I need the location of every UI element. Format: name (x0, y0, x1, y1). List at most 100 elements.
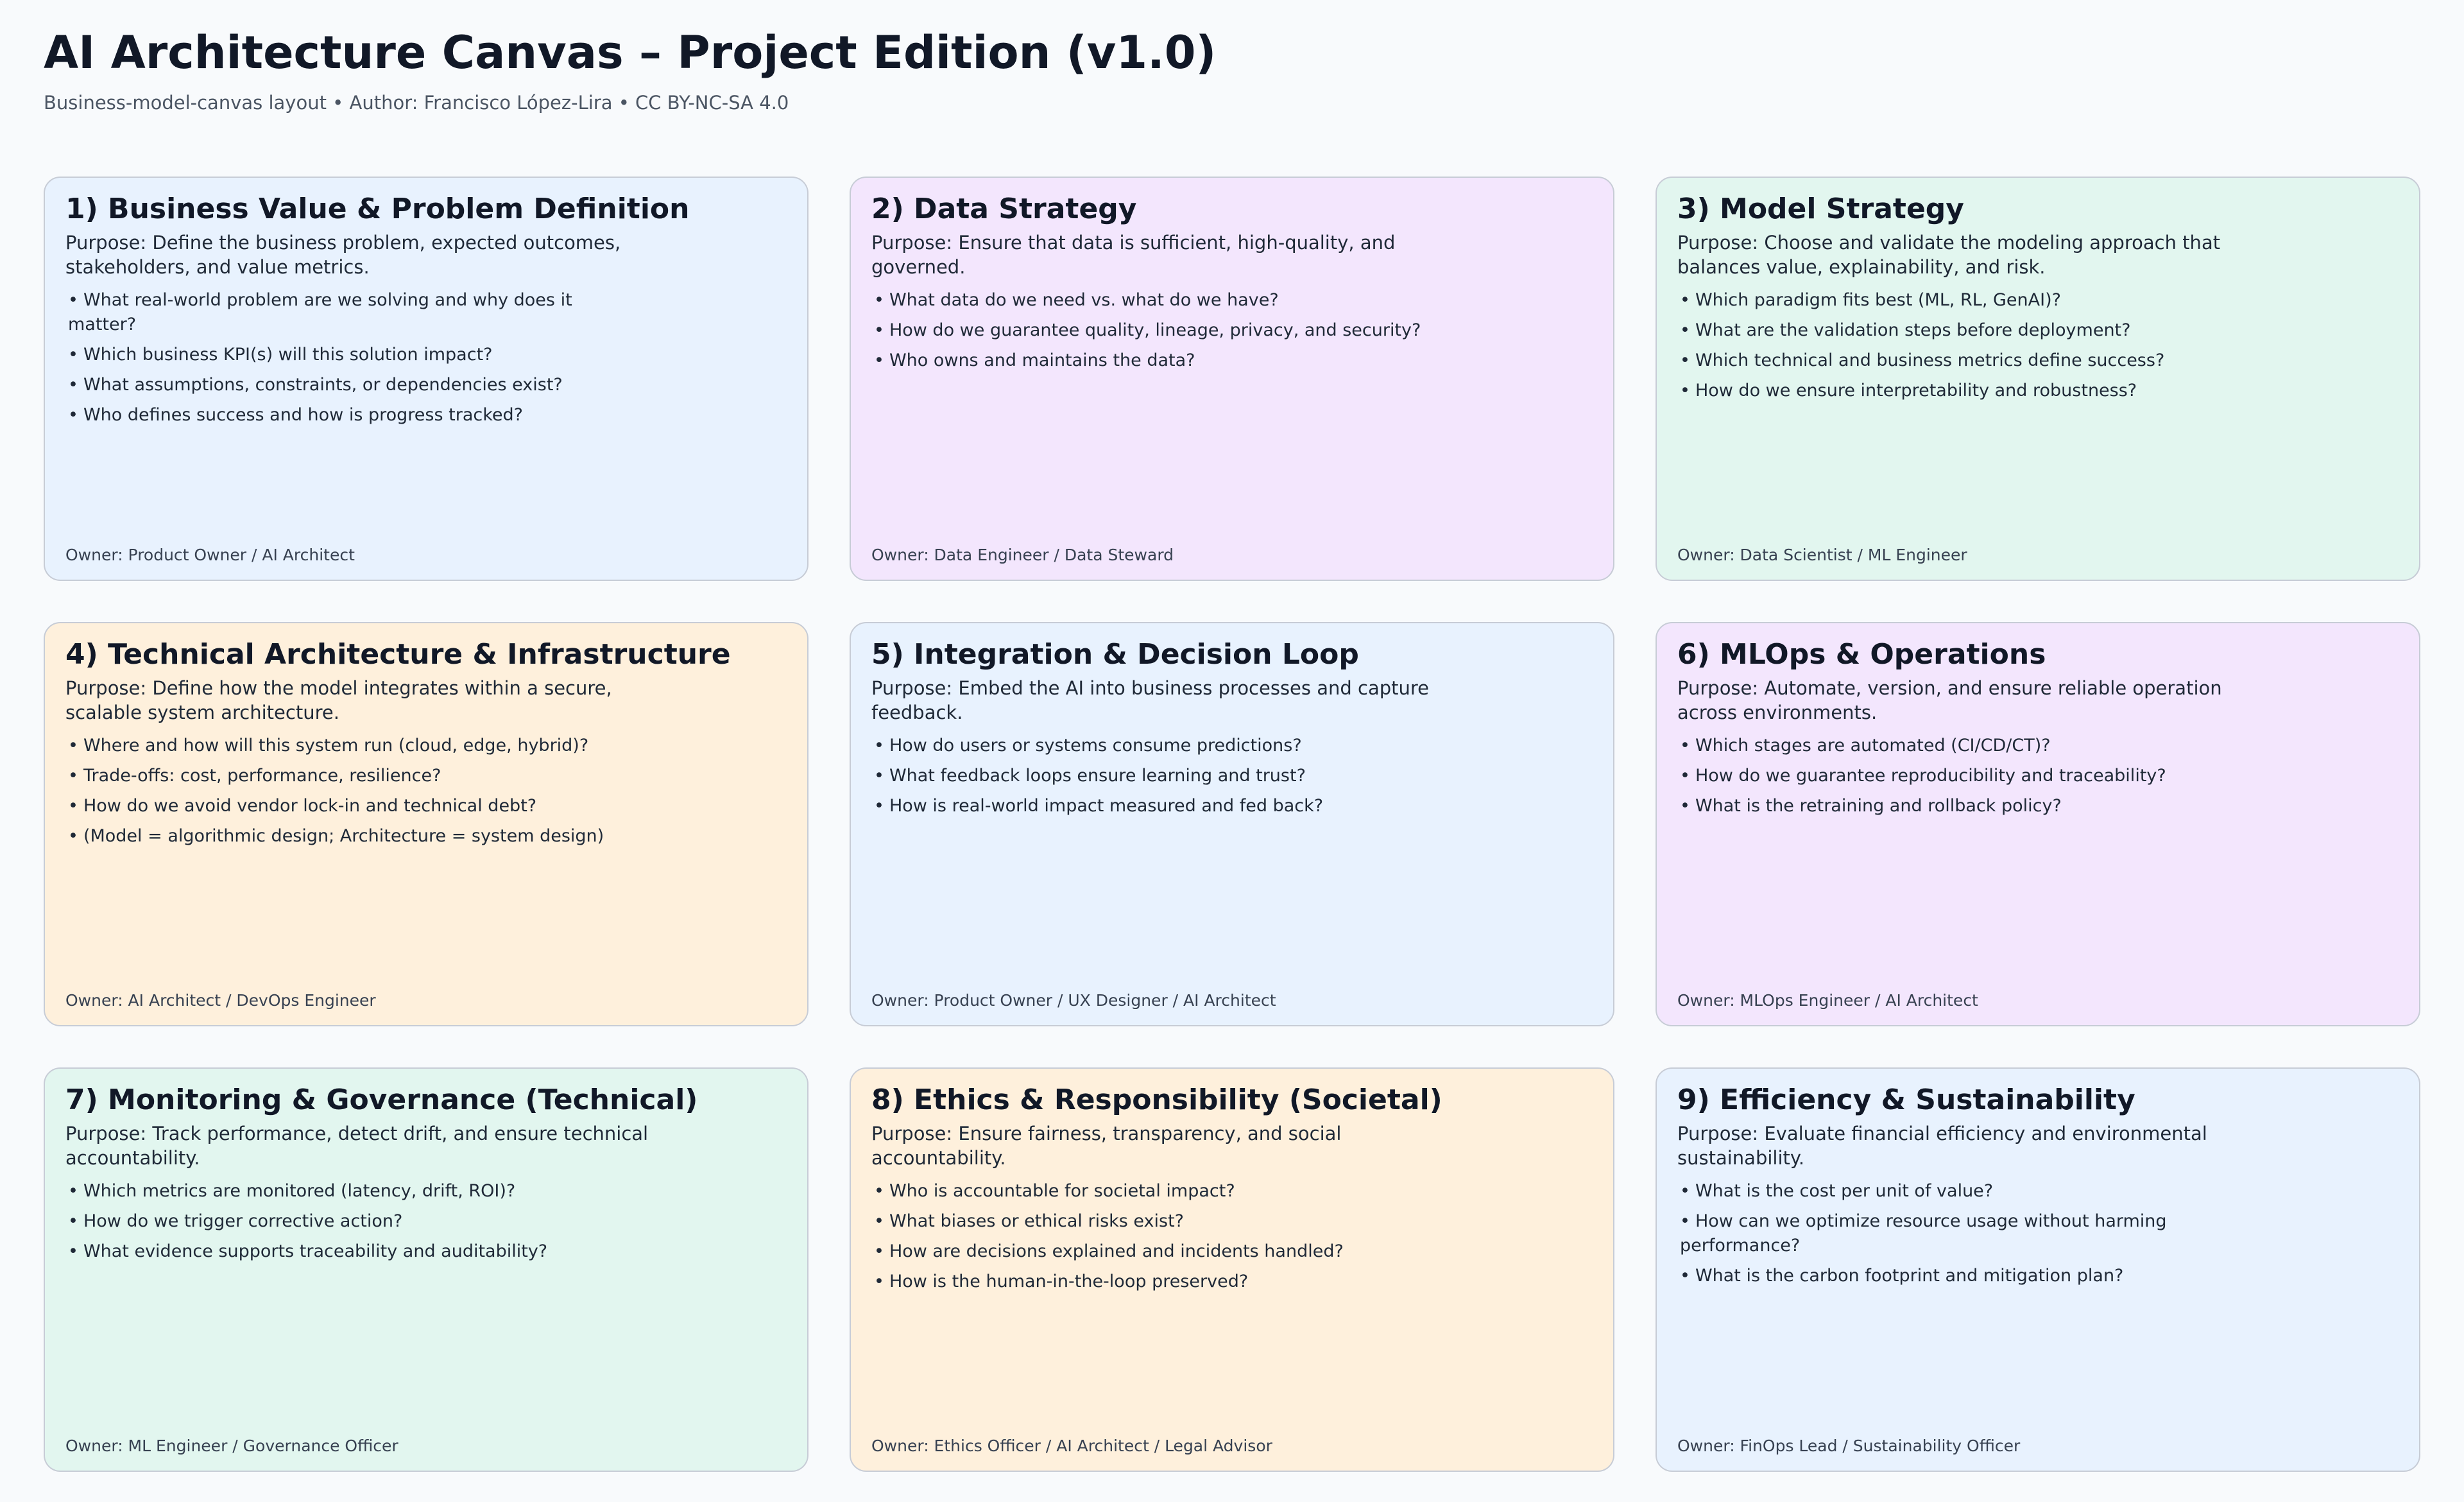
card-question-list: • Which metrics are monitored (latency, d… (65, 1179, 646, 1264)
canvas-header: AI Architecture Canvas – Project Edition… (44, 23, 2418, 116)
card-question: • Which business KPI(s) will this solutio… (68, 343, 646, 367)
page-subtitle: Business-model-canvas layout • Author: F… (44, 92, 789, 114)
card-question: • How do users or systems consume predict… (874, 734, 1451, 758)
canvas-card-5: 5) Integration & Decision Loop Purpose: E… (850, 622, 1614, 1026)
card-question: • (Model = algorithmic design; Architectu… (68, 824, 646, 849)
card-title: 4) Technical Architecture & Infrastructu… (65, 638, 731, 671)
card-question: • Who is accountable for societal impact? (874, 1179, 1451, 1204)
bullet-icon: • (1680, 290, 1690, 310)
page-title: AI Architecture Canvas – Project Edition… (44, 26, 1217, 79)
card-question: • How is real-world impact measured and f… (874, 794, 1451, 818)
card-question: • How do we trigger corrective action? (68, 1209, 646, 1234)
card-question-list: • Which paradigm fits best (ML, RL, GenAI… (1677, 288, 2257, 403)
bullet-icon: • (1680, 1181, 1690, 1201)
question-text: Which paradigm fits best (ML, RL, GenAI)… (1695, 290, 2061, 310)
card-question-list: • What data do we need vs. what do we hav… (871, 288, 1451, 373)
card-purpose: Purpose: Track performance, detect drift… (65, 1123, 649, 1169)
card-title: 8) Ethics & Responsibility (Societal) (871, 1083, 1442, 1116)
bullet-icon: • (68, 405, 78, 425)
card-owner: Owner: MLOps Engineer / AI Architect (1677, 991, 1978, 1010)
card-question: • Which technical and business metrics de… (1680, 349, 2257, 373)
card-question: • What data do we need vs. what do we hav… (874, 288, 1451, 313)
card-question: • Trade-offs: cost, performance, resilien… (68, 764, 646, 788)
bullet-icon: • (68, 290, 78, 310)
card-question: • What evidence supports traceability and… (68, 1239, 646, 1264)
card-title: 5) Integration & Decision Loop (871, 638, 1359, 671)
question-text: How are decisions explained and incident… (889, 1241, 1344, 1261)
card-question: • Who defines success and how is progress… (68, 403, 646, 427)
card-question: • What is the carbon footprint and mitiga… (1680, 1264, 2257, 1288)
question-text: How do we trigger corrective action? (83, 1211, 403, 1231)
question-text: How do users or systems consume predicti… (889, 736, 1302, 755)
canvas-card-9: 9) Efficiency & Sustainability Purpose: E… (1656, 1067, 2420, 1472)
bullet-icon: • (874, 766, 884, 786)
card-question: • Who owns and maintains the data? (874, 349, 1451, 373)
card-owner: Owner: ML Engineer / Governance Officer (65, 1437, 398, 1455)
bullet-icon: • (874, 1241, 884, 1261)
card-title: 6) MLOps & Operations (1677, 638, 2046, 671)
bullet-icon: • (874, 320, 884, 340)
question-text: What assumptions, constraints, or depend… (83, 375, 563, 395)
bullet-icon: • (874, 1272, 884, 1291)
bullet-icon: • (1680, 381, 1690, 401)
card-question: • Which metrics are monitored (latency, d… (68, 1179, 646, 1204)
bullet-icon: • (874, 1181, 884, 1201)
card-owner: Owner: FinOps Lead / Sustainability Offi… (1677, 1437, 2021, 1455)
card-question-list: • Who is accountable for societal impact?… (871, 1179, 1451, 1294)
card-purpose: Purpose: Choose and validate the modelin… (1677, 232, 2221, 278)
card-question: • What assumptions, constraints, or depen… (68, 373, 646, 397)
question-text: Who is accountable for societal impact? (889, 1181, 1235, 1201)
card-title: 3) Model Strategy (1677, 193, 1964, 225)
card-purpose: Purpose: Define how the model integrates… (65, 677, 612, 723)
card-title: 2) Data Strategy (871, 193, 1137, 225)
canvas-card-3: 3) Model Strategy Purpose: Choose and val… (1656, 177, 2420, 581)
bullet-icon: • (1680, 350, 1690, 370)
card-title: 1) Business Value & Problem Definition (65, 193, 690, 225)
card-owner: Owner: Data Engineer / Data Steward (871, 546, 1174, 564)
card-purpose: Purpose: Ensure that data is sufficient,… (871, 232, 1396, 278)
card-question-list: • Which stages are automated (CI/CD/CT)? •… (1677, 734, 2257, 818)
card-owner: Owner: Product Owner / AI Architect (65, 546, 355, 564)
card-owner: Owner: Ethics Officer / AI Architect / L… (871, 1437, 1272, 1455)
card-question: • How do we ensure interpretability and r… (1680, 379, 2257, 403)
bullet-icon: • (68, 1181, 78, 1201)
bullet-icon: • (68, 736, 78, 755)
question-text: What real-world problem are we solving a… (68, 290, 572, 334)
card-question: • What biases or ethical risks exist? (874, 1209, 1451, 1234)
bullet-icon: • (68, 375, 78, 395)
question-text: How is the human-in-the-loop preserved? (889, 1272, 1249, 1291)
question-text: How do we guarantee quality, lineage, pr… (889, 320, 1421, 340)
bullet-icon: • (1680, 766, 1690, 786)
card-purpose: Purpose: Define the business problem, ex… (65, 232, 621, 278)
bullet-icon: • (874, 290, 884, 310)
question-text: Which business KPI(s) will this solution… (83, 345, 493, 365)
canvas-card-6: 6) MLOps & Operations Purpose: Automate, … (1656, 622, 2420, 1026)
card-purpose: Purpose: Evaluate financial efficiency a… (1677, 1123, 2207, 1169)
canvas-card-8: 8) Ethics & Responsibility (Societal) Pur… (850, 1067, 1614, 1472)
canvas-card-7: 7) Monitoring & Governance (Technical) Pu… (44, 1067, 809, 1472)
question-text: What are the validation steps before dep… (1695, 320, 2131, 340)
question-text: Who defines success and how is progress … (83, 405, 523, 425)
question-text: What is the cost per unit of value? (1695, 1181, 1994, 1201)
card-question-list: • Where and how will this system run (clo… (65, 734, 646, 849)
question-text: Which metrics are monitored (latency, dr… (83, 1181, 516, 1201)
card-question: • Where and how will this system run (clo… (68, 734, 646, 758)
question-text: What feedback loops ensure learning and … (889, 766, 1306, 786)
bullet-icon: • (874, 736, 884, 755)
bullet-icon: • (68, 1241, 78, 1261)
card-owner: Owner: Data Scientist / ML Engineer (1677, 546, 1967, 564)
card-question: • What are the validation steps before de… (1680, 318, 2257, 343)
card-question: • How do we guarantee reproducibility and… (1680, 764, 2257, 788)
question-text: (Model = algorithmic design; Architectur… (83, 826, 604, 846)
bullet-icon: • (1680, 736, 1690, 755)
question-text: Where and how will this system run (clou… (83, 736, 589, 755)
question-text: What data do we need vs. what do we have… (889, 290, 1279, 310)
question-text: How do we ensure interpretability and ro… (1695, 381, 2137, 401)
card-question: • What is the retraining and rollback pol… (1680, 794, 2257, 818)
bullet-icon: • (1680, 796, 1690, 816)
card-question: • How do we avoid vendor lock-in and tech… (68, 794, 646, 818)
question-text: How do we guarantee reproducibility and … (1695, 766, 2166, 786)
question-text: How can we optimize resource usage witho… (1680, 1211, 2167, 1256)
canvas-card-2: 2) Data Strategy Purpose: Ensure that dat… (850, 177, 1614, 581)
bullet-icon: • (68, 796, 78, 816)
